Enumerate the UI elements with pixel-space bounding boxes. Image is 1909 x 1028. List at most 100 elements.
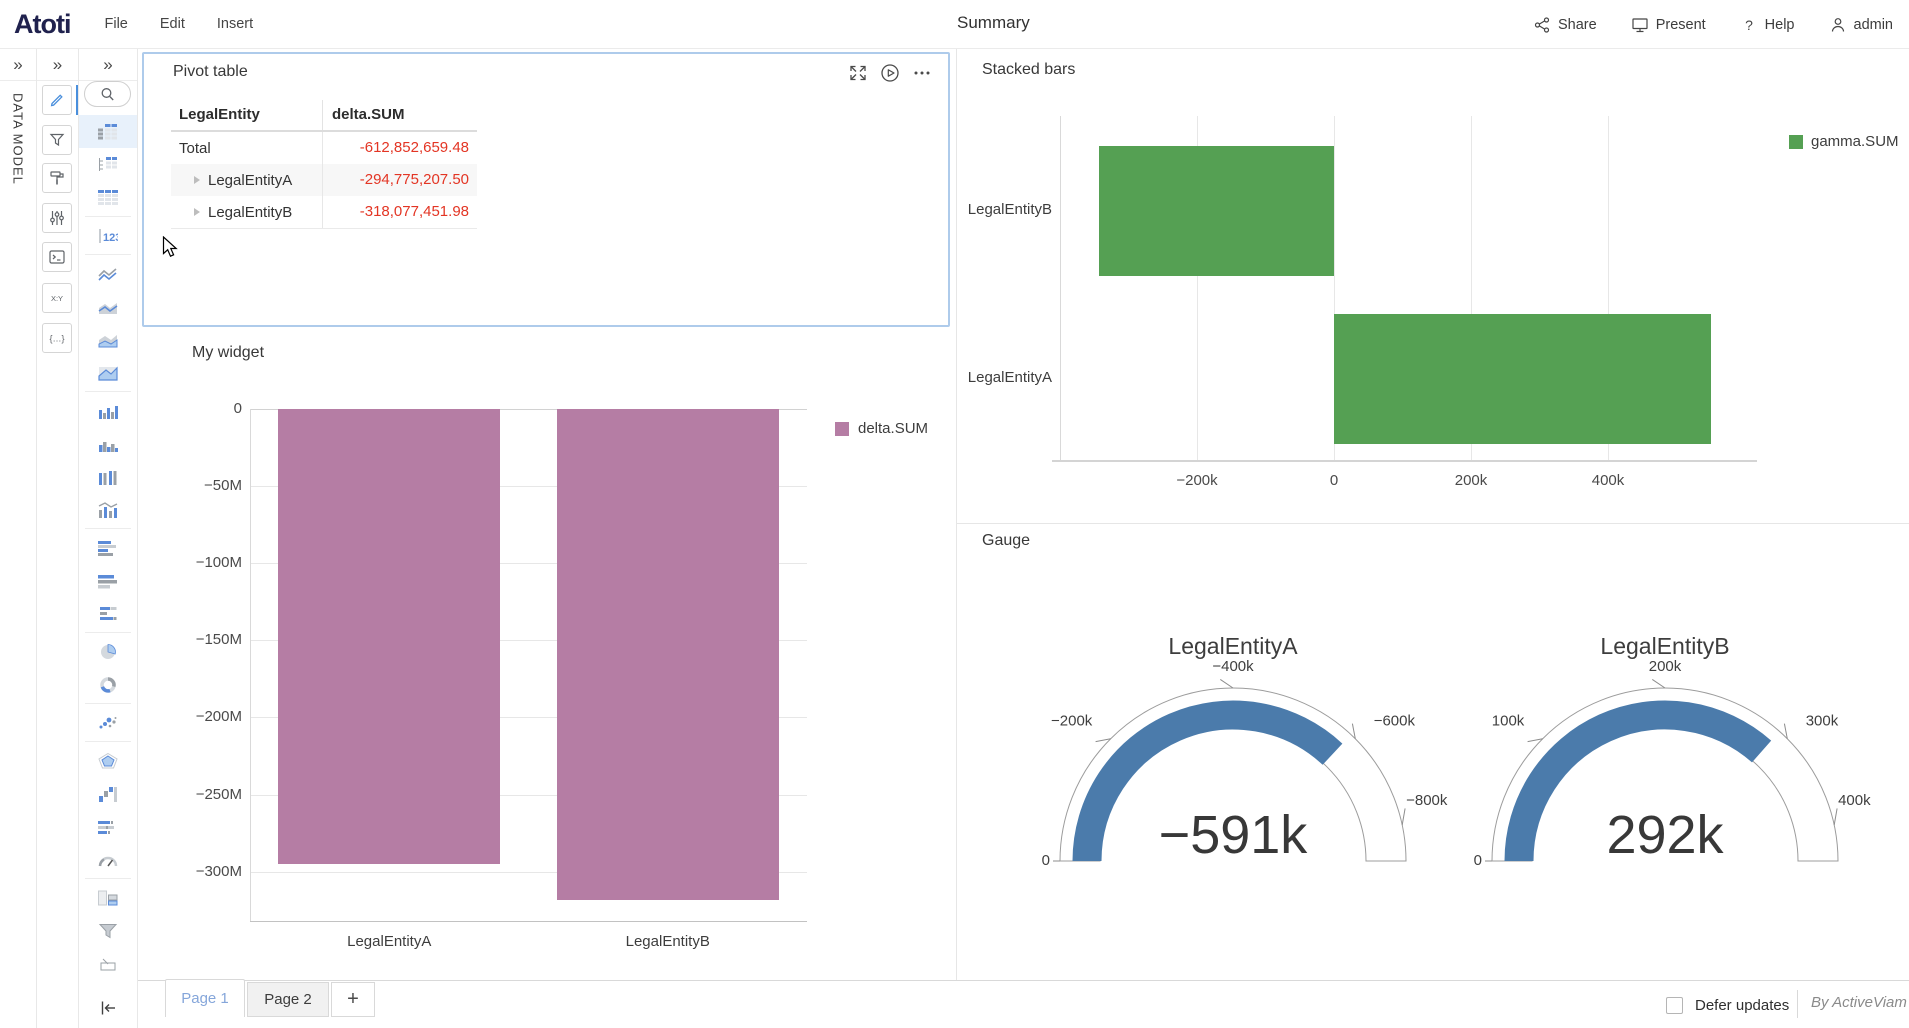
pivot-table-icon[interactable] xyxy=(79,115,137,148)
stacked-bars-widget[interactable]: Stacked bars −200k0200k400kLegalEntityBL… xyxy=(956,49,1909,523)
defer-updates-label: Defer updates xyxy=(1695,997,1789,1014)
filter-widget-icon[interactable] xyxy=(79,914,137,947)
stacked-area-chart-icon[interactable] xyxy=(79,323,137,356)
menu-file[interactable]: File xyxy=(104,16,127,32)
more-options-icon[interactable] xyxy=(912,63,932,83)
tab-page-1[interactable]: Page 1 xyxy=(165,979,245,1017)
group-separator xyxy=(85,216,131,217)
widget-search-input[interactable] xyxy=(84,81,131,107)
checkbox-icon[interactable] xyxy=(1666,997,1683,1014)
bar-LegalEntityB[interactable] xyxy=(557,409,779,900)
bullet-chart-icon[interactable] xyxy=(79,810,137,843)
column-chart-icon[interactable] xyxy=(79,460,137,493)
pivot-table: LegalEntitydelta.SUMTotal-612,852,659.48… xyxy=(171,100,477,229)
present-label: Present xyxy=(1656,17,1706,33)
terminal-icon[interactable] xyxy=(42,242,72,272)
bar-LegalEntityA[interactable] xyxy=(1334,314,1711,444)
hbar-chart-icon[interactable] xyxy=(79,531,137,564)
legend-swatch[interactable] xyxy=(1789,135,1803,149)
waterfall-chart-icon[interactable] xyxy=(79,777,137,810)
radar-chart-icon[interactable] xyxy=(79,744,137,777)
svg-text:X:Y: X:Y xyxy=(51,294,63,303)
annotation-widget-icon[interactable] xyxy=(79,947,137,980)
menu-bar: File Edit Insert xyxy=(104,16,253,32)
menu-edit[interactable]: Edit xyxy=(160,16,185,32)
settings-sliders-icon[interactable] xyxy=(42,203,72,233)
combo-column-chart-icon[interactable] xyxy=(79,493,137,526)
code-braces-icon[interactable]: {…} xyxy=(42,323,72,353)
gauge-widget[interactable]: Gauge LegalEntityA 0−200k−400k−600k−800k… xyxy=(956,523,1909,980)
svg-text:LegalEntityA: LegalEntityA xyxy=(1168,633,1298,659)
xy-axes-icon[interactable]: X:Y xyxy=(42,283,72,313)
user-menu[interactable]: admin xyxy=(1829,16,1894,34)
gauge-LegalEntityA[interactable]: LegalEntityA 0−200k−400k−600k−800k −591k xyxy=(993,611,1473,881)
group-separator xyxy=(85,703,131,704)
x-axis xyxy=(1052,460,1757,462)
pivot-column-header[interactable]: LegalEntity xyxy=(171,100,322,130)
y-tick-label: −150M xyxy=(184,631,242,648)
bar-chart-icon[interactable] xyxy=(79,394,137,427)
legend-label[interactable]: gamma.SUM xyxy=(1811,133,1899,150)
pivot-table-widget[interactable]: Pivot table LegalEntitydelta.SUMTotal-61… xyxy=(142,52,950,327)
app-logo[interactable]: Atoti xyxy=(14,9,70,40)
tree-table-icon[interactable] xyxy=(79,148,137,181)
my-widget-bar-chart[interactable]: My widget 0−50M−100M−150M−200M−250M−300M… xyxy=(138,330,956,980)
filled-area-chart-icon[interactable] xyxy=(79,356,137,389)
x-tick-label: −200k xyxy=(1152,472,1242,489)
pie-chart-icon[interactable] xyxy=(79,635,137,668)
expand-arrow-icon[interactable] xyxy=(194,176,200,184)
widget-title: Stacked bars xyxy=(982,61,1075,79)
edit-pencil-icon[interactable] xyxy=(42,85,72,115)
y-tick-label: −250M xyxy=(184,786,242,803)
help-button[interactable]: ? Help xyxy=(1740,16,1795,34)
pivot-row-LegalEntityA[interactable]: LegalEntityA-294,775,207.50 xyxy=(171,164,477,196)
row-label: Total xyxy=(179,140,211,157)
row-value: -318,077,451.98 xyxy=(322,196,477,228)
defer-updates-control[interactable]: Defer updates xyxy=(1666,992,1789,1018)
add-page-button[interactable]: + xyxy=(331,982,375,1017)
svg-text:−591k: −591k xyxy=(1159,805,1309,865)
page-layout-icon[interactable] xyxy=(79,881,137,914)
pivot-column-header[interactable]: delta.SUM xyxy=(322,100,477,130)
legend-swatch[interactable] xyxy=(835,422,849,436)
paint-roller-icon[interactable] xyxy=(42,163,72,193)
x-tick-label: 0 xyxy=(1289,472,1379,489)
expand-tools-icon[interactable]: » xyxy=(53,56,62,73)
widget-title: Pivot table xyxy=(173,63,248,81)
line-chart-icon[interactable] xyxy=(79,257,137,290)
collapse-left-panel-button[interactable] xyxy=(79,998,137,1018)
histogram-chart-icon[interactable] xyxy=(79,427,137,460)
bar-LegalEntityA[interactable] xyxy=(278,409,500,864)
filter-funnel-icon[interactable] xyxy=(42,125,72,155)
gauge-chart-icon[interactable] xyxy=(79,843,137,876)
svg-text:{…}: {…} xyxy=(49,334,64,344)
expand-data-model-icon[interactable]: » xyxy=(13,56,22,73)
play-query-icon[interactable] xyxy=(880,63,900,83)
group-separator xyxy=(85,391,131,392)
hbar-grouped-chart-icon[interactable] xyxy=(79,597,137,630)
pivot-row-LegalEntityB[interactable]: LegalEntityB-318,077,451.98 xyxy=(171,196,477,228)
fullscreen-icon[interactable] xyxy=(848,63,868,83)
share-button[interactable]: Share xyxy=(1533,16,1597,34)
x-tick-label: 200k xyxy=(1426,472,1516,489)
legend-label[interactable]: delta.SUM xyxy=(858,420,928,437)
expand-arrow-icon[interactable] xyxy=(194,208,200,216)
expand-widgets-icon[interactable]: » xyxy=(103,56,112,73)
kpi-123-icon[interactable]: 123 xyxy=(79,219,137,252)
hbar-stacked-chart-icon[interactable] xyxy=(79,564,137,597)
menu-insert[interactable]: Insert xyxy=(217,16,253,32)
present-button[interactable]: Present xyxy=(1631,16,1706,34)
bar-LegalEntityB[interactable] xyxy=(1099,146,1334,276)
widget-toolbar xyxy=(848,63,932,83)
gauge-LegalEntityB[interactable]: LegalEntityB 0100k200k300k400k 292k xyxy=(1425,611,1905,881)
donut-chart-icon[interactable] xyxy=(79,668,137,701)
data-model-rail: » DATA MODEL xyxy=(0,49,37,1028)
scatter-plot-icon[interactable] xyxy=(79,706,137,739)
area-chart-icon[interactable] xyxy=(79,290,137,323)
group-separator xyxy=(85,878,131,879)
pivot-row-Total[interactable]: Total-612,852,659.48 xyxy=(171,132,477,164)
data-model-label[interactable]: DATA MODEL xyxy=(11,93,26,185)
x-category-label: LegalEntityA xyxy=(250,933,529,950)
table-icon[interactable] xyxy=(79,181,137,214)
tab-page-2[interactable]: Page 2 xyxy=(247,982,329,1017)
